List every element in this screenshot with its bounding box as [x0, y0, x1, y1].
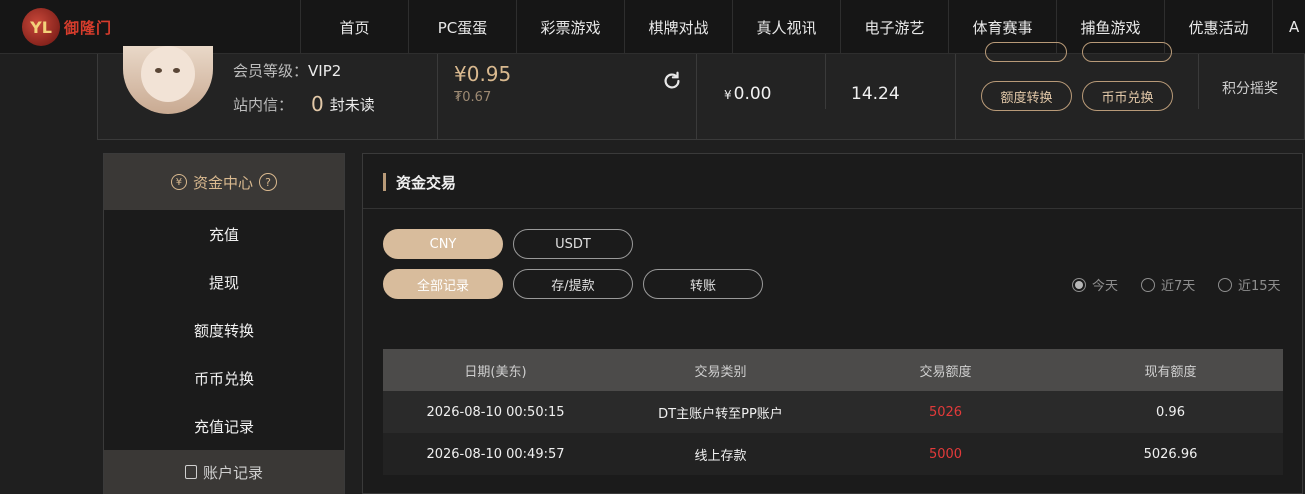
nav-item-promotions[interactable]: 优惠活动 — [1164, 0, 1272, 54]
hidden-button[interactable] — [985, 42, 1067, 62]
table-row: 2026-08-10 00:49:57 线上存款 5000 5026.96 — [383, 433, 1283, 475]
inbox-status[interactable]: 站内信： 0 封未读 — [233, 92, 375, 116]
range-15-days[interactable]: 近15天 — [1218, 275, 1281, 294]
divider — [955, 54, 956, 140]
range-label: 今天 — [1092, 279, 1119, 294]
dragon-emblem-icon: YL — [22, 8, 60, 46]
transactions-table: 日期(美东) 交易类别 交易额度 现有额度 2026-08-10 00:50:1… — [383, 349, 1283, 475]
radio-icon — [1218, 277, 1232, 292]
column-header-amount: 交易额度 — [919, 364, 972, 380]
divider — [437, 54, 438, 140]
sidebar-item-withdraw[interactable]: 提现 — [104, 258, 344, 306]
member-level-value: VIP2 — [308, 62, 342, 80]
sidebar: ¥ 资金中心 ? 充值 提现 额度转换 币币兑换 充值记录 账户记录 — [103, 153, 345, 494]
refresh-icon[interactable] — [661, 70, 683, 92]
range-7-days[interactable]: 近7天 — [1141, 275, 1195, 294]
column-header-balance: 现有额度 — [1144, 364, 1197, 380]
sidebar-item-coin-exchange[interactable]: 币币兑换 — [104, 354, 344, 402]
member-level-label: 会员等级： — [233, 62, 309, 80]
help-icon[interactable]: ? — [259, 173, 277, 191]
avatar-eye — [173, 68, 180, 73]
table-header: 日期(美东) 交易类别 交易额度 现有额度 — [383, 349, 1283, 391]
sidebar-header-label: 资金中心 — [192, 173, 253, 192]
cell-balance: 5026.96 — [1143, 446, 1198, 462]
nav-item-pc-egg[interactable]: PC蛋蛋 — [408, 0, 516, 54]
tab-usdt[interactable]: USDT — [513, 229, 633, 259]
divider — [696, 54, 697, 140]
column-header-type: 交易类别 — [694, 364, 747, 380]
page-title-text: 资金交易 — [396, 173, 457, 192]
cell-date: 2026-08-10 00:49:57 — [426, 446, 565, 462]
table-row: 2026-08-10 00:50:15 DT主账户转至PP账户 5026 0.9… — [383, 391, 1283, 433]
nav-item-more[interactable]: A — [1272, 0, 1305, 54]
coin-exchange-button[interactable]: 币币兑换 — [1082, 81, 1173, 111]
points-lottery-link[interactable]: 积分摇奖 — [1222, 78, 1278, 98]
cny-balance: ¥0.00 — [724, 84, 772, 104]
sidebar-header: ¥ 资金中心 ? — [104, 154, 344, 210]
wallet-balance-usdt: ₮0.67 — [454, 90, 492, 105]
nav-item-live-casino[interactable]: 真人视讯 — [732, 0, 840, 54]
nav-item-lottery[interactable]: 彩票游戏 — [516, 0, 624, 54]
quota-transfer-button[interactable]: 额度转换 — [981, 81, 1072, 111]
title-accent-bar — [383, 173, 386, 191]
cny-amount: 0.00 — [733, 84, 772, 104]
sidebar-item-quota-transfer[interactable]: 额度转换 — [104, 306, 344, 354]
cell-amount: 5026 — [928, 404, 963, 420]
avatar-eye — [155, 68, 162, 73]
nav-item-home[interactable]: 首页 — [300, 0, 408, 54]
cell-type: 线上存款 — [694, 448, 747, 464]
avatar-face — [141, 46, 195, 102]
tab-all-records[interactable]: 全部记录 — [383, 269, 503, 299]
range-label: 近15天 — [1238, 279, 1281, 294]
radio-icon — [1141, 277, 1155, 292]
cell-date: 2026-08-10 00:50:15 — [426, 404, 565, 420]
currency-icon: ¥ — [170, 174, 187, 190]
avatar[interactable] — [123, 46, 213, 114]
cell-balance: 0.96 — [1156, 404, 1185, 420]
hidden-button[interactable] — [1082, 42, 1172, 62]
divider — [1198, 54, 1199, 109]
wallet-balance: ¥0.95 — [454, 62, 512, 86]
inbox-label: 站内信： — [233, 95, 294, 114]
tab-cny[interactable]: CNY — [383, 229, 503, 259]
page-title: 资金交易 — [383, 172, 456, 192]
range-today[interactable]: 今天 — [1072, 275, 1118, 294]
divider — [825, 54, 826, 109]
inbox-unread-label: 封未读 — [329, 95, 375, 114]
column-header-date: 日期(美东) — [464, 364, 527, 380]
document-icon — [184, 465, 197, 479]
divider — [363, 208, 1302, 209]
sidebar-section-label: 账户记录 — [202, 463, 263, 482]
nav-item-chess-cards[interactable]: 棋牌对战 — [624, 0, 732, 54]
brand-name: 御隆门 — [64, 18, 113, 37]
cell-type: DT主账户转至PP账户 — [658, 406, 783, 422]
range-label: 近7天 — [1161, 279, 1196, 294]
member-level: 会员等级：VIP2 — [233, 60, 341, 81]
main-panel: 资金交易 CNY USDT 全部记录 存/提款 转账 今天 近7天 近15天 日… — [362, 153, 1303, 494]
tab-transfer[interactable]: 转账 — [643, 269, 763, 299]
nav-item-slots[interactable]: 电子游艺 — [840, 0, 948, 54]
radio-selected-icon — [1072, 277, 1086, 292]
cny-symbol: ¥ — [724, 88, 732, 102]
sidebar-item-deposit-history[interactable]: 充值记录 — [104, 402, 344, 450]
cell-amount: 5000 — [928, 446, 963, 462]
sidebar-item-deposit[interactable]: 充值 — [104, 210, 344, 258]
user-info-bar: 会员等级：VIP2 站内信： 0 封未读 ¥0.95 ₮0.67 ¥0.00 1… — [97, 42, 1305, 140]
brand-logo[interactable]: YL 御隆门 — [22, 6, 122, 48]
inbox-count: 0 — [311, 92, 324, 116]
points-balance: 14.24 — [851, 84, 900, 104]
tab-deposit-withdraw[interactable]: 存/提款 — [513, 269, 633, 299]
sidebar-section-account-records[interactable]: 账户记录 — [104, 450, 344, 494]
